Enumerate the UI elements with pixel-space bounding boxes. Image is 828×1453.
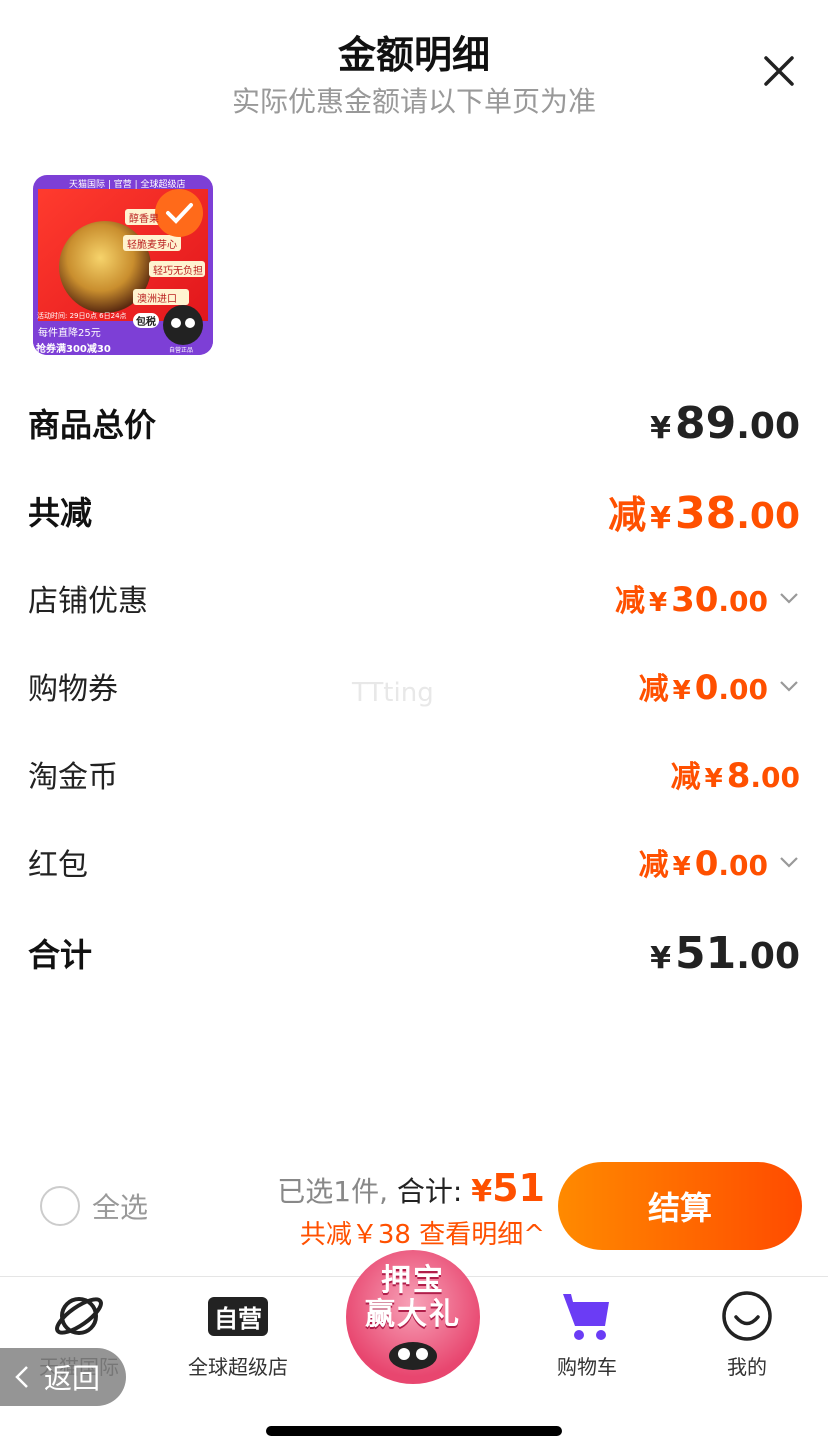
page-title: 金额明细 <box>337 33 490 77</box>
row-red-packet[interactable]: 红包 减 ¥ 0 .00 <box>28 827 800 897</box>
summary-line: 已选1件, 合计: ¥51 <box>240 1166 545 1210</box>
thumb-badge: 包税 <box>133 313 159 328</box>
select-all-toggle[interactable]: 全选 <box>40 1186 148 1226</box>
amount-dec: .00 <box>718 673 768 706</box>
tab-label: 全球超级店 <box>188 1355 288 1379</box>
chevron-left-icon <box>15 1366 28 1388</box>
amount-dec: .00 <box>736 405 800 447</box>
thumb-promo-1: 每件直降25元 <box>38 328 101 339</box>
checkout-summary: 已选1件, 合计: ¥51 共减￥38 查看明细^ <box>240 1166 545 1251</box>
mascot-icon <box>389 1342 437 1370</box>
amount-dec: .00 <box>736 495 800 537</box>
thumb-date: 活动时间: 29日0点 6日24点 <box>37 312 127 320</box>
promo-line-1: 押宝 <box>381 1263 445 1298</box>
minus-prefix: 减 <box>608 492 647 537</box>
back-label: 返回 <box>44 1362 101 1395</box>
total-value: 51 <box>492 1166 545 1210</box>
amount-int: 8 <box>726 756 751 796</box>
row-value: 减 ¥ 8 .00 <box>671 752 800 796</box>
minus-prefix: 减 <box>614 584 645 619</box>
selected-count: 已选1件, <box>277 1175 388 1208</box>
amount-dec: .00 <box>718 849 768 882</box>
planet-icon <box>55 1297 103 1335</box>
row-label: 共减 <box>28 494 93 532</box>
back-button[interactable]: 返回 <box>0 1348 126 1406</box>
row-taojinbi: 淘金币 减 ¥ 8 .00 <box>28 739 800 809</box>
amount-int: 89 <box>674 397 737 449</box>
row-grand-total: 合计 ¥ 51 .00 <box>28 918 800 988</box>
amount-dec: .00 <box>736 935 800 977</box>
row-value: 减 ¥ 0 .00 <box>639 840 800 884</box>
select-all-label: 全选 <box>92 1191 149 1224</box>
thumb-mascot-caption: 自营正品 <box>169 347 194 354</box>
amount-detail-page: 金额明细 实际优惠金额请以下单页为准 天猫国际 | 官营 | 全球超级店 醇香果… <box>0 0 828 1453</box>
close-icon[interactable] <box>758 50 800 92</box>
cart-icon <box>563 1294 609 1340</box>
tab-label: 我的 <box>727 1355 767 1379</box>
row-total-price: 商品总价 ¥ 89 .00 <box>28 388 800 458</box>
smile-icon <box>722 1291 772 1341</box>
yen-sign: ¥ <box>648 588 668 618</box>
yen-sign: ¥ <box>650 500 671 536</box>
minus-prefix: 减 <box>670 760 701 795</box>
tab-global-superstore[interactable]: 自营 全球超级店 <box>168 1287 308 1380</box>
row-label: 合计 <box>28 936 93 974</box>
chevron-down-icon[interactable] <box>778 587 800 609</box>
amount-dec: .00 <box>750 761 800 794</box>
amount-dec: .00 <box>718 585 768 618</box>
tab-cart[interactable]: 购物车 <box>517 1287 657 1380</box>
amount-int: 30 <box>671 580 719 620</box>
yen-sign: ¥ <box>650 940 671 976</box>
minus-prefix: 减 <box>638 848 669 883</box>
row-value: ¥ 51 .00 <box>650 928 800 979</box>
yen-sign: ¥ <box>672 676 691 706</box>
thumb-promo-2: 抢券满300减30 <box>36 344 111 355</box>
total-label: 合计: <box>396 1175 463 1208</box>
row-label: 商品总价 <box>28 406 157 444</box>
thumb-banner-text: 天猫国际 | 官营 | 全球超级店 <box>69 180 186 190</box>
amount-int: 51 <box>674 927 737 979</box>
yen-sign: ¥ <box>650 410 671 446</box>
tab-label: 购物车 <box>557 1355 617 1379</box>
amount-int: 0 <box>694 668 719 708</box>
chevron-down-icon[interactable] <box>778 675 800 697</box>
view-discount-detail-link[interactable]: 共减￥38 查看明细^ <box>240 1214 545 1251</box>
yen-sign: ¥ <box>672 852 691 882</box>
checkout-button[interactable]: 结算 <box>558 1162 802 1250</box>
thumb-tag-2: 轻脆麦芽心 <box>127 240 177 251</box>
product-thumbnail[interactable]: 天猫国际 | 官营 | 全球超级店 醇香果 轻脆麦芽心 轻巧无负担 澳洲进口 活… <box>33 175 213 355</box>
yen-sign: ¥ <box>704 764 723 794</box>
row-value: 减 ¥ 30 .00 <box>615 576 800 620</box>
home-indicator[interactable] <box>266 1426 562 1436</box>
row-value: 减 ¥ 0 .00 <box>639 664 800 708</box>
watermark: TTting <box>352 678 434 708</box>
amount-int: 38 <box>674 487 737 539</box>
promo-line-2: 赢大礼 <box>365 1297 461 1332</box>
row-total-discount: 共减 减 ¥ 38 .00 <box>28 476 800 546</box>
row-label: 红包 <box>28 848 88 883</box>
row-label: 购物券 <box>28 672 118 707</box>
row-shop-discount[interactable]: 店铺优惠 减 ¥ 30 .00 <box>28 563 800 633</box>
row-value: ¥ 89 .00 <box>650 398 800 449</box>
thumb-tag-4: 澳洲进口 <box>137 294 177 305</box>
chevron-down-icon[interactable] <box>778 851 800 873</box>
row-label: 淘金币 <box>28 760 118 795</box>
thumb-tag-1: 醇香果 <box>129 214 159 225</box>
amount-int: 0 <box>694 844 719 884</box>
tab-mine[interactable]: 我的 <box>677 1287 817 1380</box>
ziying-icon: 自营 <box>208 1296 268 1336</box>
select-all-radio[interactable] <box>40 1186 80 1226</box>
row-value: 减 ¥ 38 .00 <box>608 484 800 539</box>
promo-badge[interactable]: 押宝 赢大礼 <box>346 1250 480 1384</box>
row-label: 店铺优惠 <box>28 584 148 619</box>
page-subtitle: 实际优惠金额请以下单页为准 <box>231 85 596 118</box>
total-yen: ¥ <box>471 1174 493 1209</box>
thumb-tag-3: 轻巧无负担 <box>153 266 203 277</box>
minus-prefix: 减 <box>638 672 669 707</box>
